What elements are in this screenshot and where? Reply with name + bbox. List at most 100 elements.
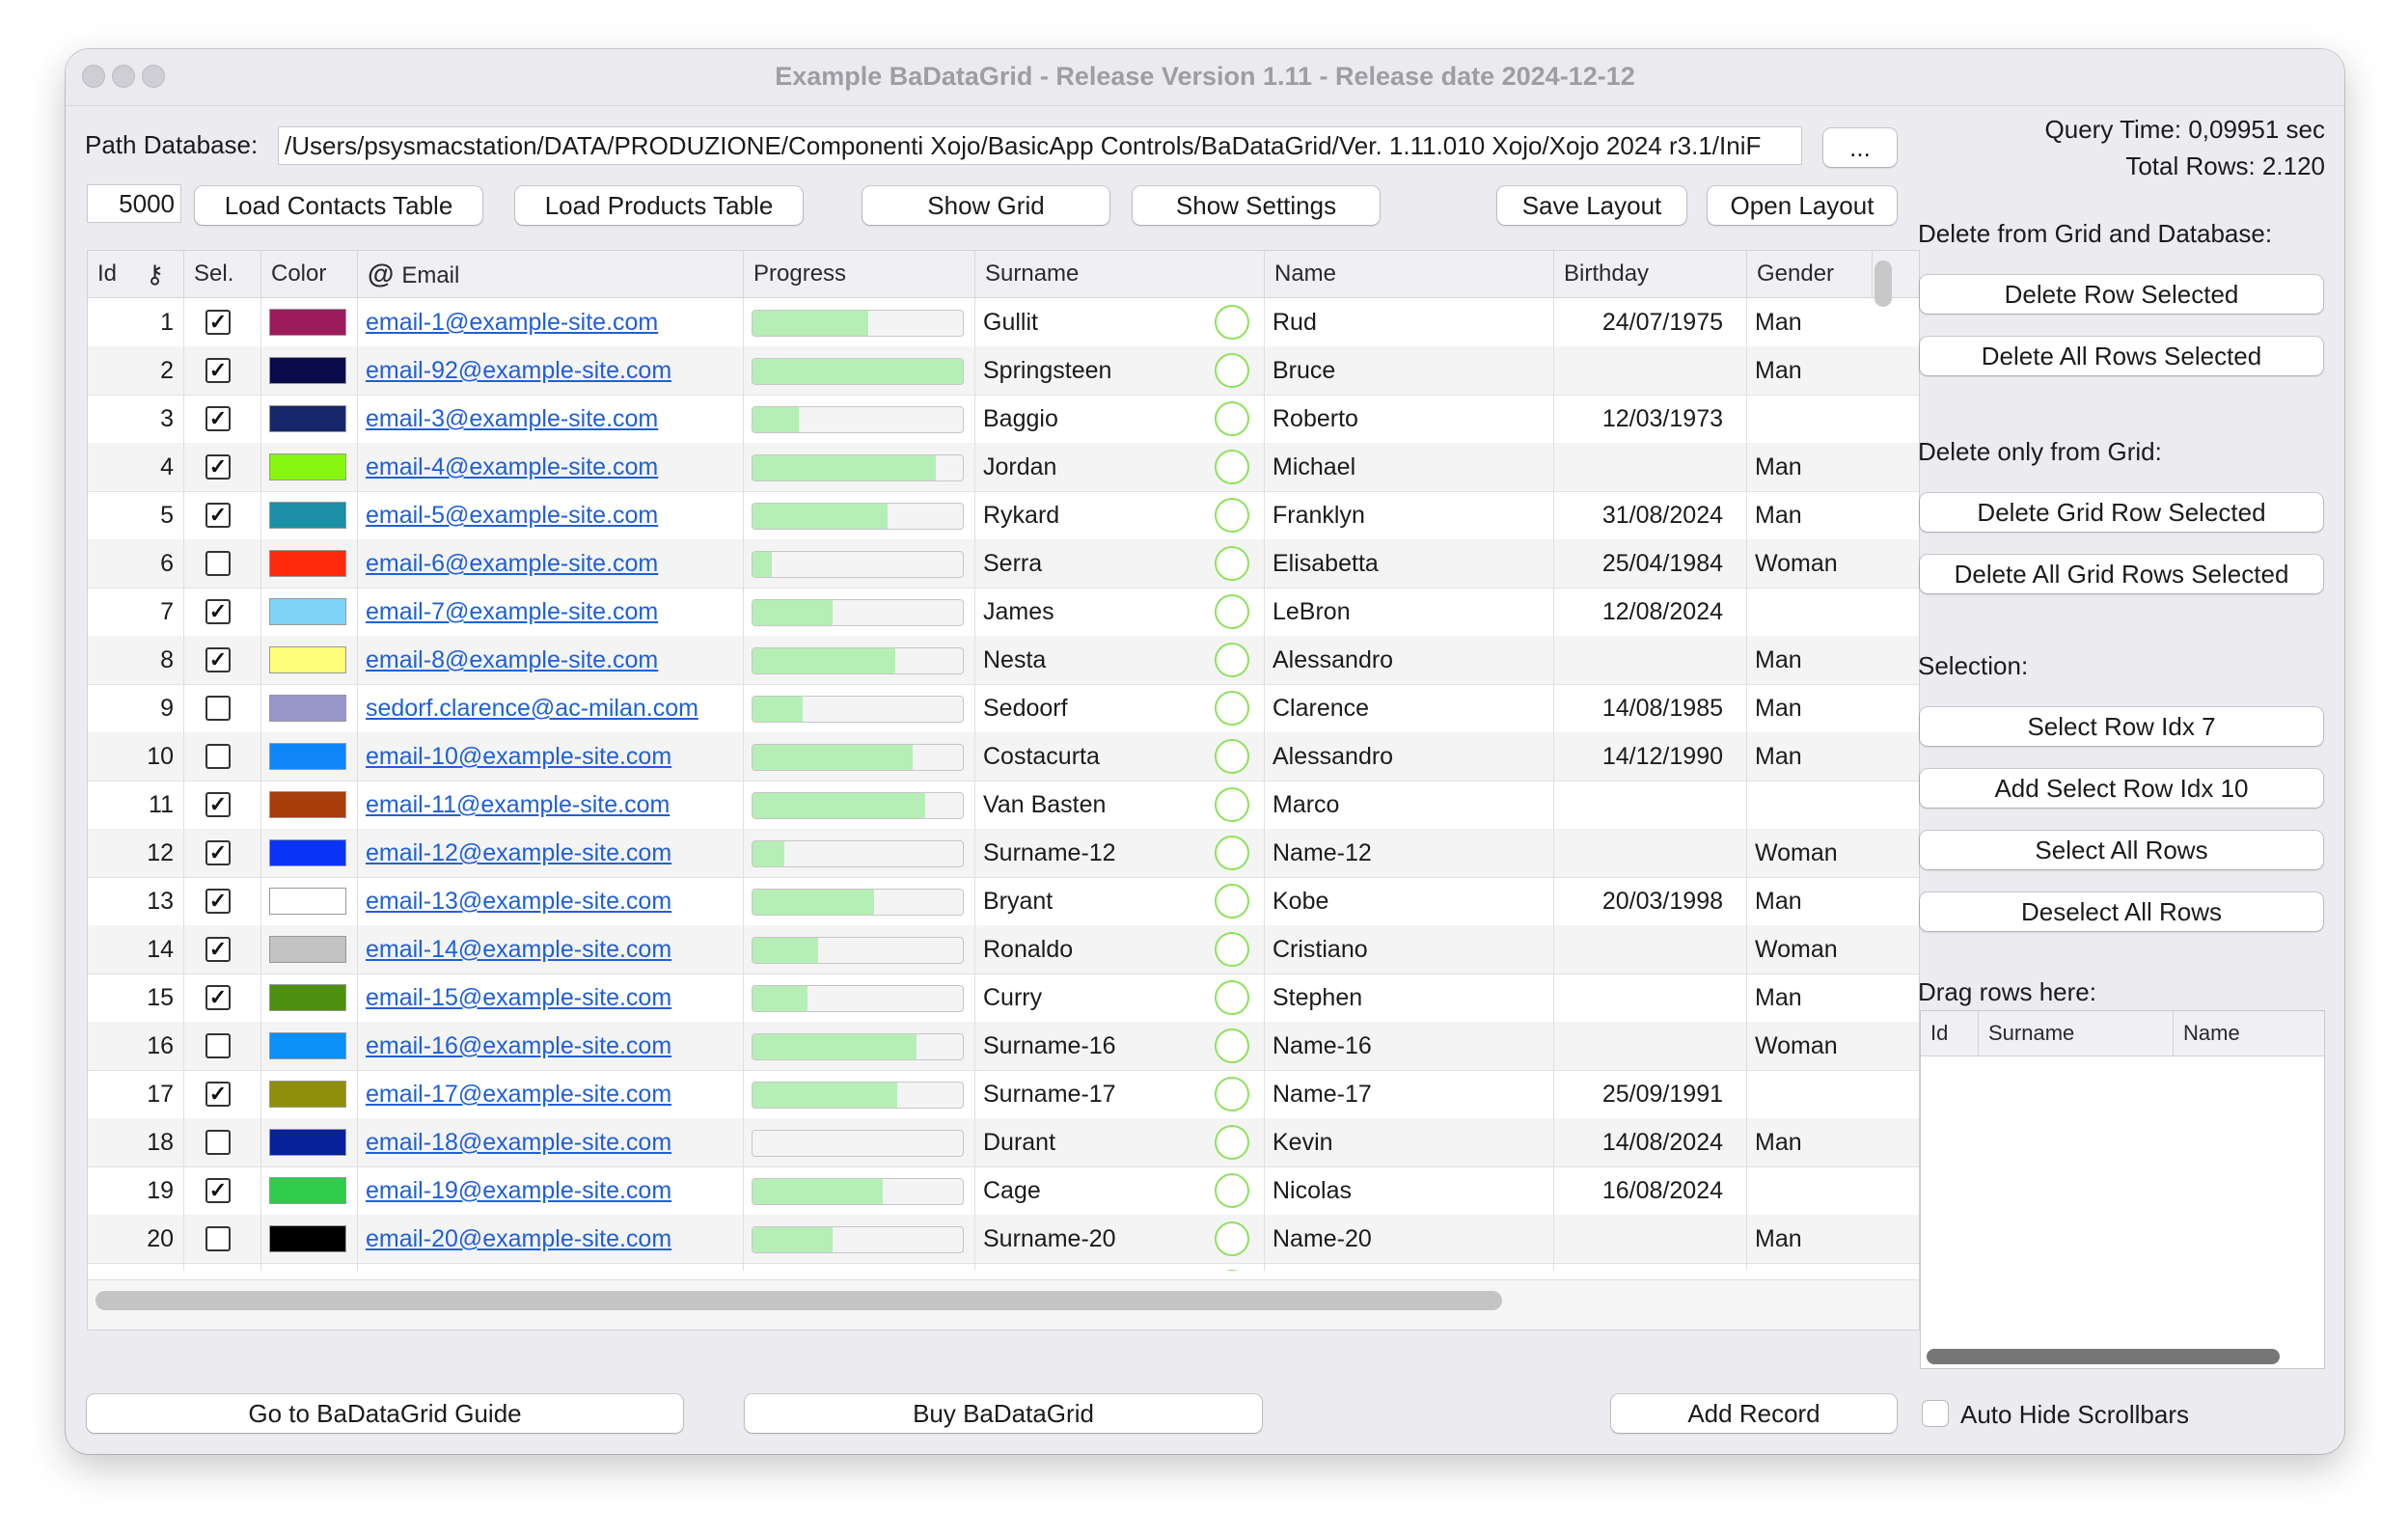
status-circle-icon[interactable]	[1215, 691, 1249, 726]
status-circle-icon[interactable]	[1215, 1173, 1249, 1208]
cell-email-link[interactable]: email-16@example-site.com	[358, 1022, 744, 1070]
status-circle-icon[interactable]	[1215, 932, 1249, 967]
cell-email-link[interactable]: email-5@example-site.com	[358, 491, 744, 539]
cell-email-link[interactable]: sedorf.clarence@ac-milan.com	[358, 684, 744, 732]
status-circle-icon[interactable]	[1215, 498, 1249, 533]
color-swatch[interactable]	[269, 646, 346, 673]
color-swatch[interactable]	[269, 550, 346, 577]
table-row[interactable]: 1 ✓ email-1@example-site.com Gullit Rud 24/07…	[88, 298, 1919, 347]
table-row[interactable]: 8 ✓ email-8@example-site.com Nesta Alessandr…	[88, 636, 1919, 685]
color-swatch[interactable]	[269, 888, 346, 915]
status-circle-icon[interactable]	[1215, 305, 1249, 340]
color-swatch[interactable]	[269, 1129, 346, 1156]
select-row-idx7-button[interactable]: Select Row Idx 7	[1920, 707, 2323, 746]
row-select-checkbox[interactable]: ✓	[205, 503, 231, 528]
color-swatch[interactable]	[269, 309, 346, 336]
status-circle-icon[interactable]	[1215, 980, 1249, 1015]
row-count-field[interactable]: 5000	[87, 184, 181, 223]
status-circle-icon[interactable]	[1215, 787, 1249, 822]
cell-email-link[interactable]: email-11@example-site.com	[358, 781, 744, 829]
status-circle-icon[interactable]	[1215, 739, 1249, 774]
data-grid[interactable]: Id ⚷ Sel. Color @ Email Progress Surname Name Bir…	[87, 250, 1920, 1330]
cell-email-link[interactable]: email-1@example-site.com	[358, 298, 744, 346]
color-swatch[interactable]	[269, 1032, 346, 1059]
show-grid-button[interactable]: Show Grid	[862, 186, 1109, 225]
grid-rows[interactable]: 1 ✓ email-1@example-site.com Gullit Rud 24/07…	[88, 298, 1919, 1271]
buy-button[interactable]: Buy BaDataGrid	[745, 1394, 1262, 1433]
row-select-checkbox[interactable]: ✓	[205, 1082, 231, 1107]
cell-email-link[interactable]: email-12@example-site.com	[358, 829, 744, 877]
row-select-checkbox[interactable]: ✓	[205, 358, 231, 383]
column-header-email[interactable]: @ Email	[358, 251, 744, 297]
status-circle-icon[interactable]	[1215, 401, 1249, 436]
auto-hide-scrollbars-checkbox[interactable]	[1922, 1400, 1949, 1427]
drag-target-grid[interactable]: Id Surname Name	[1920, 1010, 2325, 1369]
table-row[interactable]: 3 ✓ email-3@example-site.com Baggio Roberto 1…	[88, 395, 1919, 444]
cell-email-link[interactable]: email-17@example-site.com	[358, 1070, 744, 1118]
status-circle-icon[interactable]	[1215, 450, 1249, 484]
drag-grid-scrollbar[interactable]	[1927, 1349, 2280, 1364]
table-row[interactable]: 18 email-18@example-site.com Durant Kevin 14…	[88, 1118, 1919, 1167]
row-select-checkbox[interactable]: ✓	[205, 599, 231, 624]
cell-email-link[interactable]: email-15@example-site.com	[358, 974, 744, 1022]
column-header-sel[interactable]: Sel.	[184, 251, 261, 297]
status-circle-icon[interactable]	[1215, 353, 1249, 388]
color-swatch[interactable]	[269, 984, 346, 1011]
cell-email-link[interactable]: email-8@example-site.com	[358, 636, 744, 684]
column-header-gender[interactable]: Gender	[1747, 251, 1873, 297]
cell-email-link[interactable]: email-13@example-site.com	[358, 877, 744, 925]
table-row[interactable]: 7 ✓ email-7@example-site.com James LeBron 12/…	[88, 588, 1919, 637]
column-header-color[interactable]: Color	[261, 251, 358, 297]
row-select-checkbox[interactable]: ✓	[205, 406, 231, 431]
color-swatch[interactable]	[269, 791, 346, 818]
select-all-rows-button[interactable]: Select All Rows	[1920, 831, 2323, 869]
table-row[interactable]: 9 sedorf.clarence@ac-milan.com Sedoorf Clar…	[88, 684, 1919, 733]
open-layout-button[interactable]: Open Layout	[1708, 186, 1897, 225]
show-settings-button[interactable]: Show Settings	[1133, 186, 1380, 225]
row-select-checkbox[interactable]: ✓	[205, 937, 231, 962]
cell-email-link[interactable]: email-14@example-site.com	[358, 925, 744, 974]
column-header-birthday[interactable]: Birthday	[1554, 251, 1747, 297]
color-swatch[interactable]	[269, 453, 346, 480]
deselect-all-rows-button[interactable]: Deselect All Rows	[1920, 892, 2323, 931]
row-select-checkbox[interactable]	[205, 1226, 231, 1251]
table-row[interactable]: 14 ✓ email-14@example-site.com Ronaldo Crist…	[88, 925, 1919, 974]
cell-email-link[interactable]: email-21@example-site.com	[358, 1263, 744, 1271]
guide-button[interactable]: Go to BaDataGrid Guide	[87, 1394, 683, 1433]
row-select-checkbox[interactable]: ✓	[205, 889, 231, 914]
status-circle-icon[interactable]	[1215, 594, 1249, 629]
status-circle-icon[interactable]	[1215, 1221, 1249, 1256]
status-circle-icon[interactable]	[1215, 546, 1249, 581]
color-swatch[interactable]	[269, 405, 346, 432]
add-select-row-idx10-button[interactable]: Add Select Row Idx 10	[1920, 769, 2323, 808]
row-select-checkbox[interactable]	[205, 551, 231, 576]
table-row[interactable]: 21 email-21@example-site.com ThompsonKlay	[88, 1263, 1919, 1271]
row-select-checkbox[interactable]: ✓	[205, 310, 231, 335]
row-select-checkbox[interactable]: ✓	[205, 792, 231, 817]
color-swatch[interactable]	[269, 695, 346, 722]
status-circle-icon[interactable]	[1215, 836, 1249, 870]
table-row[interactable]: 17 ✓ email-17@example-site.com Surname-17 Na…	[88, 1070, 1919, 1119]
delete-all-grid-rows-selected-button[interactable]: Delete All Grid Rows Selected	[1920, 555, 2323, 593]
status-circle-icon[interactable]	[1215, 884, 1249, 919]
load-products-button[interactable]: Load Products Table	[515, 186, 803, 225]
row-select-checkbox[interactable]	[205, 1033, 231, 1058]
table-row[interactable]: 10 email-10@example-site.com Costacurta Ale…	[88, 732, 1919, 782]
vertical-scrollbar[interactable]	[1874, 261, 1892, 307]
cell-email-link[interactable]: email-4@example-site.com	[358, 443, 744, 491]
row-select-checkbox[interactable]: ✓	[205, 647, 231, 672]
table-row[interactable]: 11 ✓ email-11@example-site.com Van Basten Ma…	[88, 781, 1919, 830]
column-header-name[interactable]: Name	[1265, 251, 1554, 297]
color-swatch[interactable]	[269, 1081, 346, 1108]
delete-grid-row-selected-button[interactable]: Delete Grid Row Selected	[1920, 493, 2323, 532]
color-swatch[interactable]	[269, 598, 346, 625]
cell-email-link[interactable]: email-18@example-site.com	[358, 1118, 744, 1166]
table-row[interactable]: 2 ✓ email-92@example-site.com Springsteen Br…	[88, 346, 1919, 396]
save-layout-button[interactable]: Save Layout	[1497, 186, 1686, 225]
row-select-checkbox[interactable]: ✓	[205, 1178, 231, 1203]
delete-row-selected-button[interactable]: Delete Row Selected	[1920, 275, 2323, 314]
color-swatch[interactable]	[269, 1177, 346, 1204]
load-contacts-button[interactable]: Load Contacts Table	[195, 186, 482, 225]
color-swatch[interactable]	[269, 1225, 346, 1252]
row-select-checkbox[interactable]: ✓	[205, 985, 231, 1010]
